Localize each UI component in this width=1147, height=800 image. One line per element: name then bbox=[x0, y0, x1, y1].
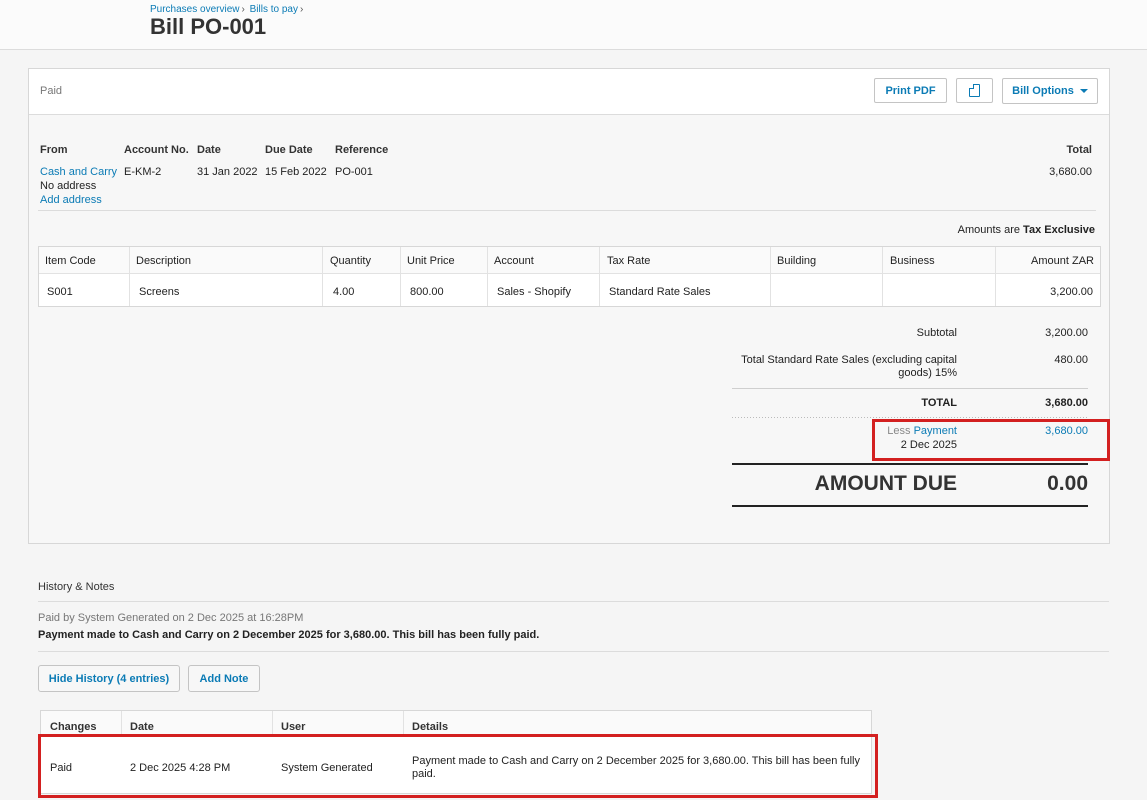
divider bbox=[38, 601, 1109, 602]
row-unit-price[interactable]: 800.00 bbox=[410, 286, 444, 298]
reference-value: PO-001 bbox=[335, 166, 373, 178]
tax-value: 480.00 bbox=[1054, 354, 1088, 366]
header-description: Description bbox=[136, 255, 192, 267]
header-account: Account bbox=[494, 255, 534, 267]
highlight-box bbox=[872, 419, 1110, 461]
page-title: Bill PO-001 bbox=[150, 14, 267, 39]
account-no-header: Account No. bbox=[124, 144, 189, 156]
history-notes-title: History & Notes bbox=[38, 581, 115, 593]
divider bbox=[732, 505, 1088, 507]
divider bbox=[38, 210, 1096, 211]
breadcrumb-separator: › bbox=[299, 4, 304, 15]
highlight-box bbox=[38, 734, 878, 798]
total-label: TOTAL bbox=[921, 397, 957, 409]
total-amount: 3,680.00 bbox=[1045, 397, 1088, 409]
header-unit-price: Unit Price bbox=[407, 255, 455, 267]
total-value: 3,680.00 bbox=[1049, 166, 1092, 178]
row-quantity[interactable]: 4.00 bbox=[333, 286, 354, 298]
add-note-button[interactable]: Add Note bbox=[188, 665, 260, 692]
bill-card: Paid Print PDF Bill Options From Account… bbox=[28, 68, 1110, 544]
supplier-link[interactable]: Cash and Carry bbox=[40, 166, 117, 178]
account-no-value: E-KM-2 bbox=[124, 166, 162, 178]
amounts-are-note: Amounts are Tax Exclusive bbox=[958, 224, 1095, 236]
due-date-value: 15 Feb 2022 bbox=[265, 166, 327, 178]
divider bbox=[732, 463, 1088, 465]
print-pdf-button[interactable]: Print PDF bbox=[874, 78, 947, 103]
divider bbox=[38, 651, 1109, 652]
dotted-divider bbox=[732, 417, 1088, 418]
total-header: Total bbox=[1066, 144, 1092, 156]
bill-options-label: Bill Options bbox=[1012, 85, 1074, 97]
subtotal-label: Subtotal bbox=[916, 327, 957, 339]
line-items-table: Item Code Description Quantity Unit Pric… bbox=[38, 246, 1101, 307]
header-business: Business bbox=[890, 255, 935, 267]
header-tax-rate: Tax Rate bbox=[607, 255, 651, 267]
tax-label: Total Standard Rate Sales (excluding cap… bbox=[741, 354, 957, 379]
header-details: Details bbox=[412, 721, 449, 733]
row-description[interactable]: Screens bbox=[139, 286, 179, 298]
no-address-text: No address bbox=[40, 180, 97, 192]
row-amount[interactable]: 3,200.00 bbox=[1050, 286, 1093, 298]
amount-due-value: 0.00 bbox=[1047, 472, 1088, 495]
tax-label-line-1: Total Standard Rate Sales (excluding cap… bbox=[741, 354, 957, 366]
latest-history-meta: Paid by System Generated on 2 Dec 2025 a… bbox=[38, 612, 304, 624]
from-header: From bbox=[40, 144, 68, 156]
tax-label-line-2: goods) 15% bbox=[898, 367, 957, 379]
date-value: 31 Jan 2022 bbox=[197, 166, 258, 178]
amounts-are-value: Tax Exclusive bbox=[1023, 224, 1095, 236]
header-item-code: Item Code bbox=[45, 255, 96, 267]
bill-options-button[interactable]: Bill Options bbox=[1002, 78, 1098, 104]
header-quantity: Quantity bbox=[330, 255, 371, 267]
header-amount: Amount ZAR bbox=[1031, 255, 1094, 267]
subtotal-value: 3,200.00 bbox=[1045, 327, 1088, 339]
header-user: User bbox=[281, 721, 306, 733]
amount-due-label: AMOUNT DUE bbox=[814, 472, 957, 495]
divider bbox=[732, 388, 1088, 389]
due-date-header: Due Date bbox=[265, 144, 313, 156]
header-date: Date bbox=[130, 721, 154, 733]
status-label: Paid bbox=[40, 85, 63, 97]
caret-down-icon bbox=[1079, 89, 1088, 93]
latest-history-details: Payment made to Cash and Carry on 2 Dece… bbox=[38, 629, 540, 641]
add-address-link[interactable]: Add address bbox=[40, 194, 102, 206]
row-item-code[interactable]: S001 bbox=[47, 286, 73, 298]
row-tax-rate[interactable]: Standard Rate Sales bbox=[609, 286, 711, 298]
copy-button[interactable] bbox=[956, 78, 993, 103]
hide-history-button[interactable]: Hide History (4 entries) bbox=[38, 665, 180, 692]
row-account[interactable]: Sales - Shopify bbox=[497, 286, 571, 298]
amounts-are-prefix: Amounts are bbox=[957, 224, 1020, 236]
reference-header: Reference bbox=[335, 144, 389, 156]
page-header: Purchases overview › Bills to pay › Bill P… bbox=[0, 0, 1147, 50]
date-header: Date bbox=[197, 144, 221, 156]
header-building: Building bbox=[777, 255, 817, 267]
header-changes: Changes bbox=[50, 721, 97, 733]
copy-icon bbox=[969, 84, 980, 97]
bill-toolbar: Paid Print PDF Bill Options bbox=[29, 69, 1109, 115]
